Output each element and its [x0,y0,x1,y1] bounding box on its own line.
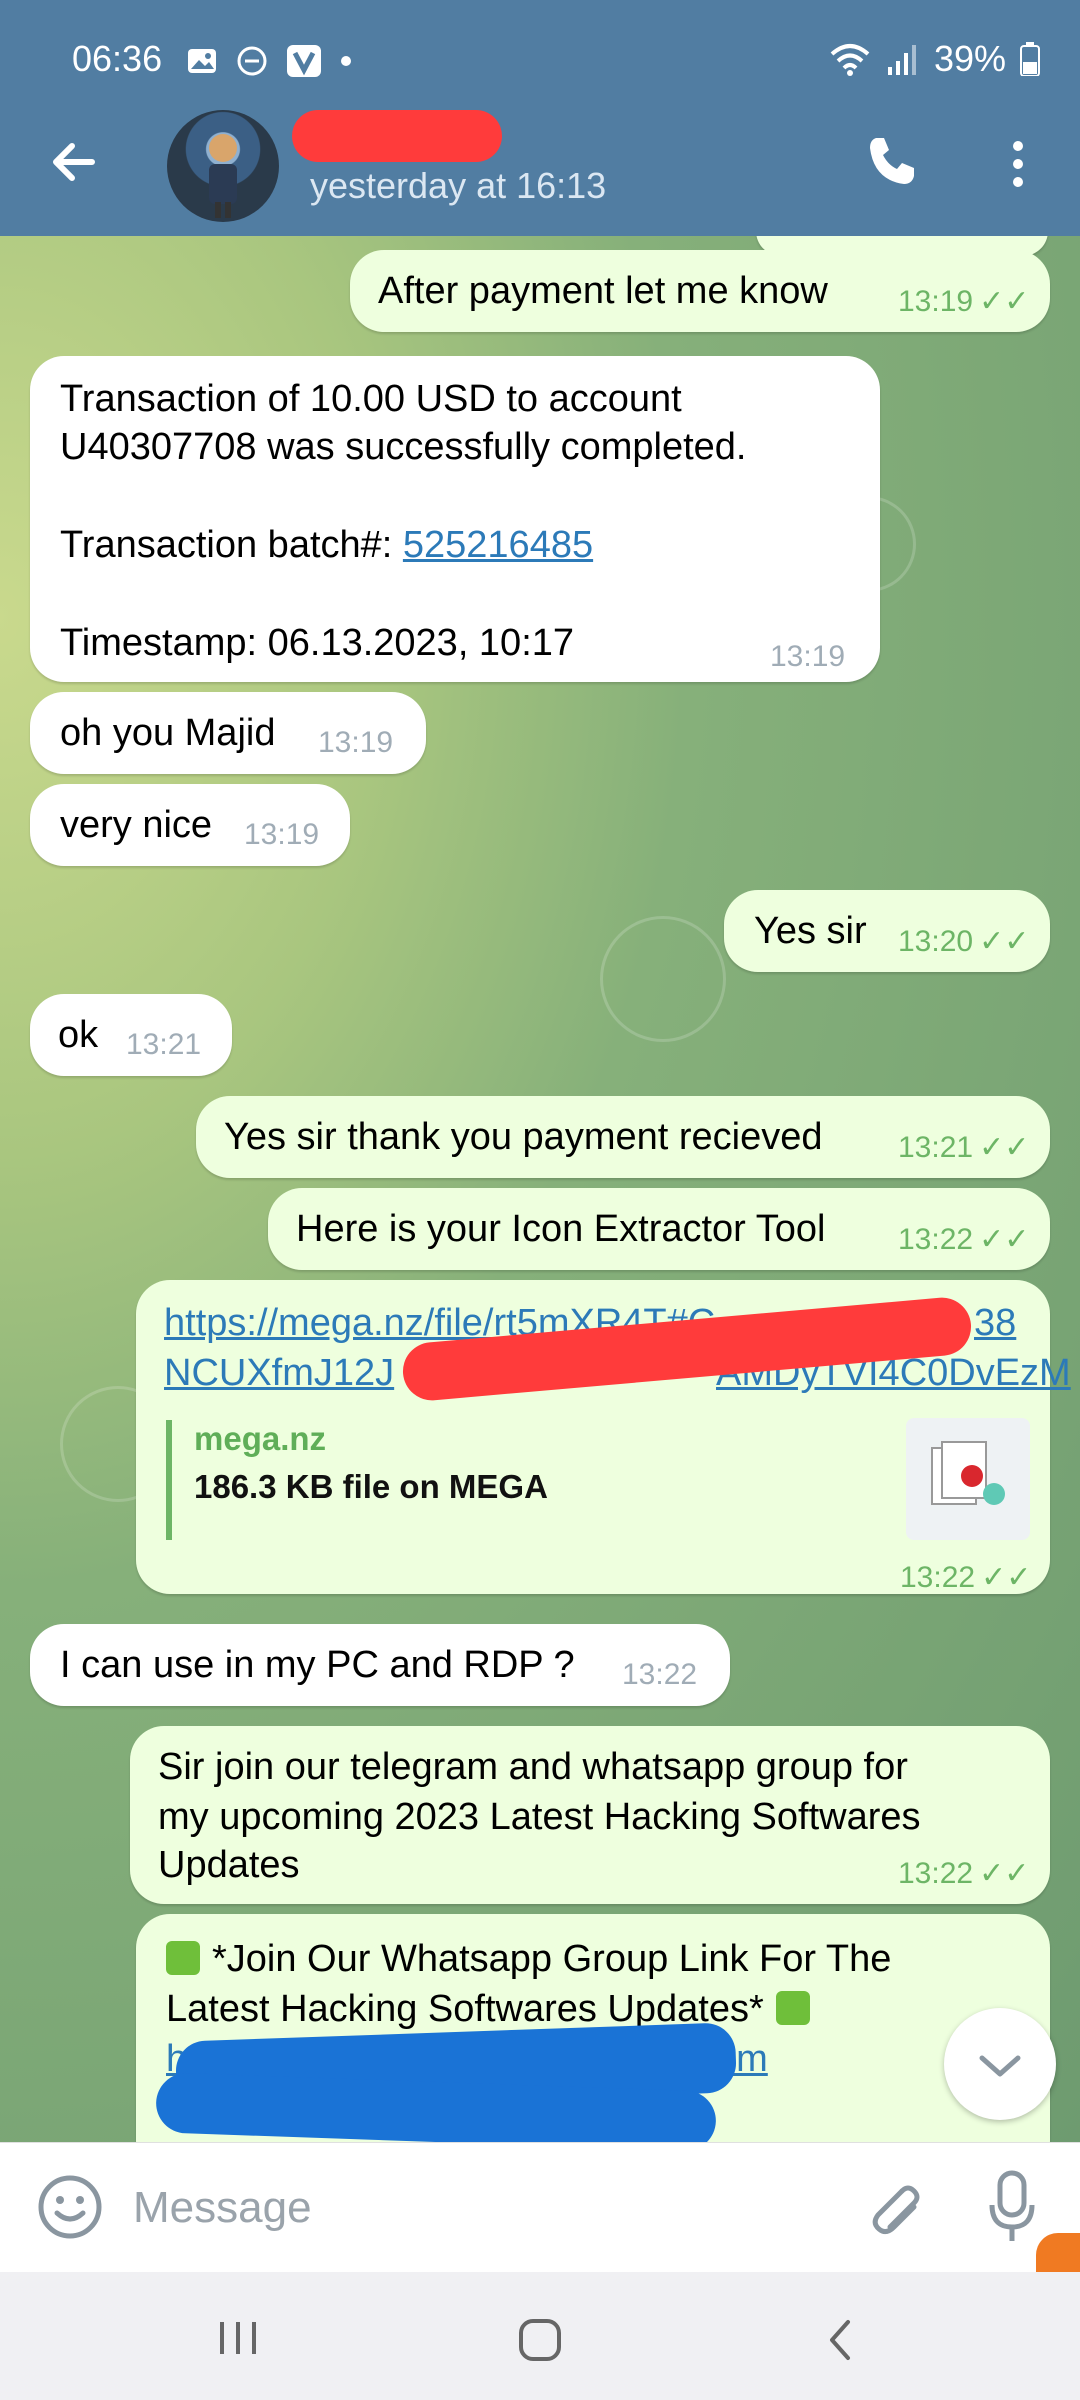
phone-icon[interactable] [862,130,922,190]
background-doodle [600,916,726,1042]
message-time: 13:22 ✓✓ [898,1857,1030,1890]
status-bar: 06:36 39% [0,0,1080,110]
message-bubble-outgoing[interactable]: *Join Our Whatsapp Group Link For The La… [136,1914,1050,2142]
status-icons [186,44,352,78]
message-text: very nice [60,804,213,846]
chat-area[interactable]: After payment let me know 13:19 ✓✓ Transa… [0,236,1080,2142]
mega-link-line2[interactable]: NCUXfmJ12J [164,1352,394,1395]
more-vertical-icon[interactable] [1000,134,1036,194]
message-text: Transaction of 10.00 USD to account [60,378,682,420]
signal-icon [887,45,916,75]
message-time: 13:22 ✓✓ [900,1561,1032,1594]
mega-link-end[interactable]: 38 [974,1302,1016,1345]
double-check-icon: ✓✓ [979,285,1030,318]
app-v-icon [287,45,321,77]
chat-header: yesterday at 16:13 [0,110,1080,236]
message-text: Here is your Icon Extractor Tool [296,1208,826,1250]
message-text: Transaction batch#: 525216485 [60,524,594,566]
message-bubble-outgoing[interactable]: Yes sir thank you payment recieved 13:21… [196,1096,1050,1178]
battery-icon [1020,42,1040,76]
attach-icon[interactable] [858,2175,924,2241]
message-input[interactable]: Message [133,2183,312,2233]
message-text: my upcoming 2023 Latest Hacking Software… [158,1796,921,1838]
message-text: After payment let me know [378,270,828,312]
message-time: 13:22 [622,1658,698,1691]
floating-badge[interactable] [1036,2233,1080,2277]
message-text: oh you Majid [60,712,276,754]
message-bubble-outgoing[interactable]: After payment let me know 13:19 ✓✓ [350,250,1050,332]
dnd-icon [237,46,267,76]
back-nav-icon[interactable] [822,2316,858,2364]
mega-file-thumbnail[interactable] [906,1418,1030,1540]
message-text: Timestamp: 06.13.2023, 10:17 [60,622,575,664]
message-time: 13:20 ✓✓ [898,925,1030,958]
message-bubble-outgoing[interactable]: Sir join our telegram and whatsapp group… [130,1726,1050,1904]
emoji-icon[interactable] [36,2173,104,2241]
message-time: 13:19 ✓✓ [898,285,1030,318]
message-text: *Join Our Whatsapp Group Link For The [166,1938,891,1981]
double-check-icon: ✓✓ [979,925,1030,958]
preview-site: mega.nz [194,1420,327,1457]
back-arrow-icon[interactable] [44,132,104,192]
message-time: 13:19 [318,726,394,759]
message-time: 13:21 ✓✓ [898,1131,1030,1164]
redacted-contact-name [292,110,502,162]
recent-apps-icon[interactable] [216,2318,260,2358]
wifi-icon [830,44,870,76]
last-seen: yesterday at 16:13 [310,165,607,206]
image-icon [188,49,216,73]
status-time: 06:36 [72,38,163,79]
message-time: 13:22 ✓✓ [898,1223,1030,1256]
preview-bar [166,1420,172,1540]
message-bubble-outgoing[interactable]: Yes sir 13:20 ✓✓ [724,890,1050,972]
message-text: Updates [158,1844,300,1886]
preview-description: 186.3 KB file on MEGA [194,1468,548,1505]
dot-icon [341,56,351,66]
avatar[interactable] [167,110,279,222]
message-text: ok [58,1014,99,1056]
message-bubble-incoming[interactable]: oh you Majid 13:19 [30,692,426,774]
message-time: 13:19 [244,818,320,851]
double-check-icon: ✓✓ [981,1561,1032,1594]
message-text: I can use in my PC and RDP ? [60,1644,575,1686]
double-check-icon: ✓✓ [979,1223,1030,1256]
message-text: U40307708 was successfully completed. [60,426,747,468]
message-bubble-incoming[interactable]: ok 13:21 [30,994,232,1076]
status-right: 39% [828,38,1040,80]
message-bubble-incoming[interactable]: very nice 13:19 [30,784,350,866]
green-badge-icon [166,1941,200,1975]
message-bubble-outgoing[interactable]: Here is your Icon Extractor Tool 13:22 ✓✓ [268,1188,1050,1270]
double-check-icon: ✓✓ [979,1131,1030,1164]
system-nav-bar [0,2272,1080,2400]
message-bubble-outgoing[interactable]: https://mega.nz/file/rt5mXR4T#C 38 NCUXf… [136,1280,1071,1594]
scroll-down-button[interactable] [944,2008,1056,2120]
battery-percent: 39% [933,38,1006,79]
message-time: 13:21 [126,1028,202,1061]
message-input-bar: Message [0,2142,1080,2277]
message-text: Sir join our telegram and whatsapp group… [158,1746,908,1788]
batch-link[interactable]: 525216485 [403,524,593,566]
message-bubble-incoming[interactable]: I can use in my PC and RDP ? 13:22 [30,1624,730,1706]
home-icon[interactable] [516,2316,564,2364]
message-time: 13:19 [770,640,846,673]
message-bubble-incoming[interactable]: Transaction of 10.00 USD to account U403… [30,356,880,682]
message-text: Yes sir [754,910,867,952]
microphone-icon[interactable] [986,2169,1038,2247]
green-badge-icon [775,1991,810,2025]
message-text: Yes sir thank you payment recieved [224,1116,823,1158]
double-check-icon: ✓✓ [979,1857,1030,1890]
